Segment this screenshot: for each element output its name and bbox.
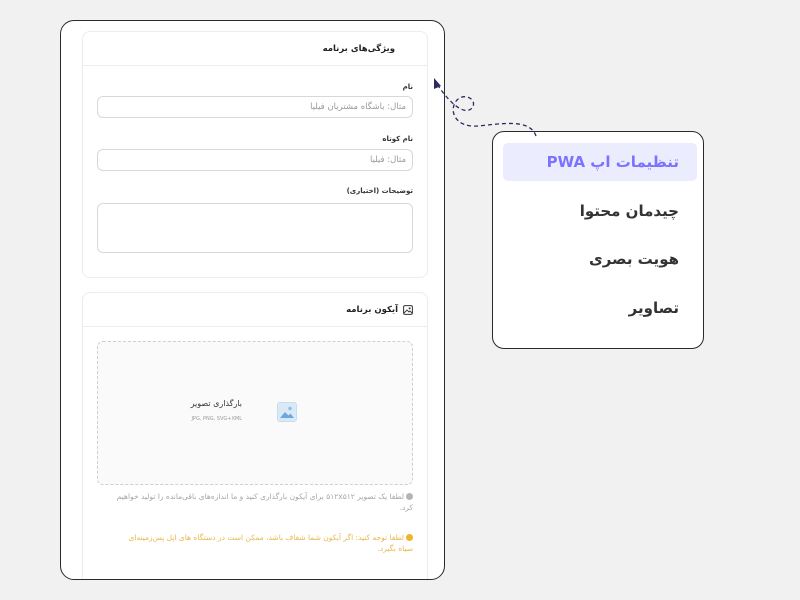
- connector-arrow: [434, 78, 537, 137]
